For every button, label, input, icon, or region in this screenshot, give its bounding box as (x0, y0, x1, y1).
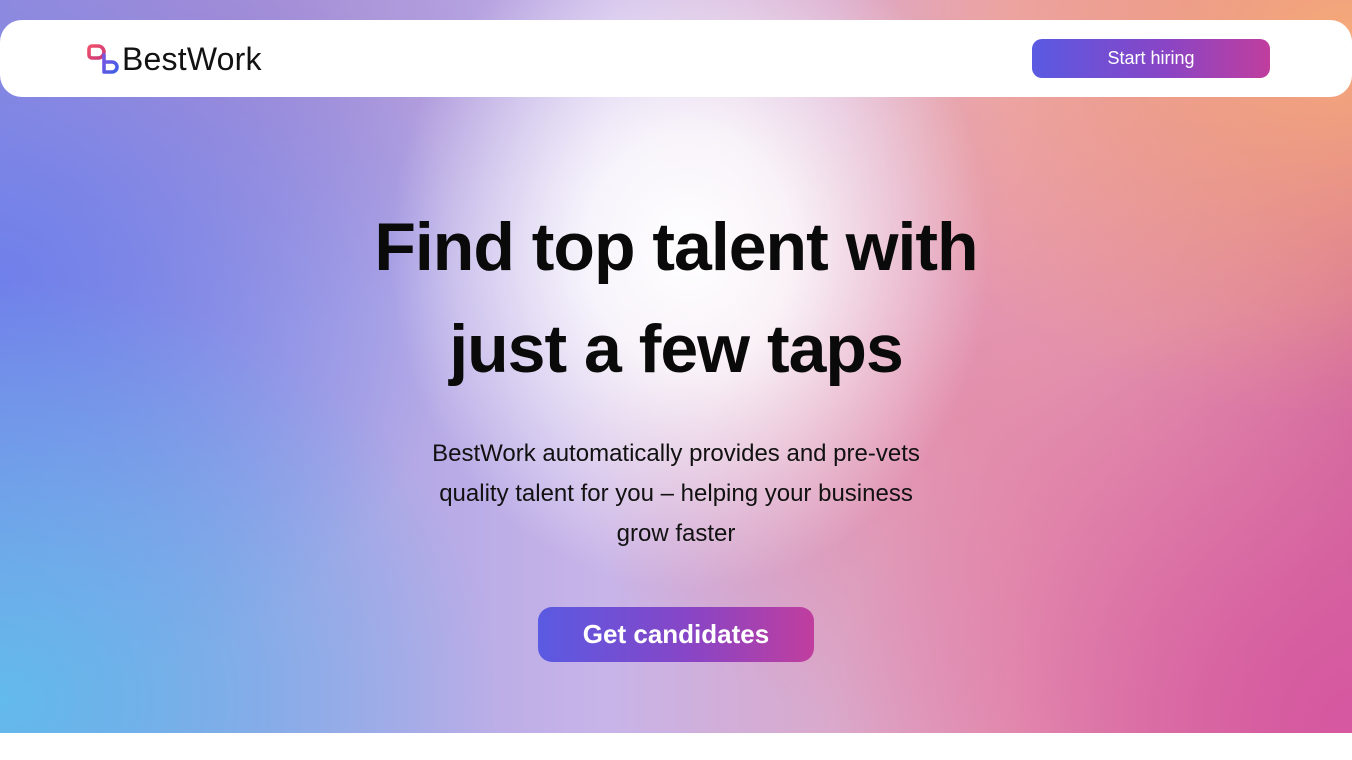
hero-description-line-2: quality talent for you – helping your bu… (439, 480, 913, 507)
bestwork-logo-icon (87, 44, 119, 74)
hero-headline-line-1: Find top talent with (374, 209, 978, 285)
hero-headline-line-2: just a few taps (449, 311, 904, 387)
hero-headline: Find top talent with just a few taps (276, 196, 1076, 400)
hero-section: BestWork Start hiring Find top talent wi… (0, 0, 1352, 733)
hero-description: BestWork automatically provides and pre-… (396, 434, 956, 554)
get-candidates-button[interactable]: Get candidates (538, 607, 814, 662)
brand-logo-link[interactable]: BestWork (86, 42, 262, 76)
top-navbar: BestWork Start hiring (0, 20, 1352, 97)
start-hiring-button[interactable]: Start hiring (1032, 39, 1270, 78)
hero-description-line-1: BestWork automatically provides and pre-… (432, 440, 920, 467)
hero-description-line-3: grow faster (616, 520, 736, 547)
brand-name: BestWork (122, 41, 262, 77)
